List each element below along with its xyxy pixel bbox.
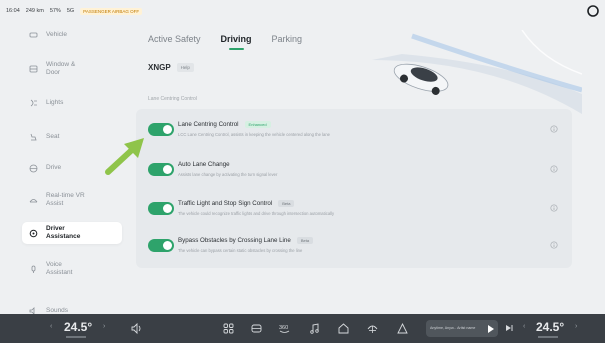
features-panel: Lane Centring Control Enhanced LCC Lane … bbox=[136, 109, 572, 268]
tab-driving[interactable]: Driving bbox=[221, 34, 252, 50]
range: 249 km bbox=[25, 8, 44, 14]
traffic-light-toggle[interactable] bbox=[148, 202, 174, 215]
play-icon[interactable] bbox=[488, 324, 494, 333]
bypass-obstacles-toggle[interactable] bbox=[148, 239, 174, 252]
steering-icon bbox=[28, 163, 38, 173]
home-icon[interactable] bbox=[337, 322, 350, 335]
car-icon[interactable] bbox=[250, 322, 263, 335]
feature-description: The vehicle can bypass certain static ob… bbox=[178, 248, 303, 253]
voice-icon bbox=[28, 264, 38, 274]
toggle-knob bbox=[163, 165, 172, 174]
feature-title: Bypass Obstacles by Crossing Lane Line B… bbox=[178, 237, 314, 244]
media-title: Anytime, Anyw... Artist name bbox=[430, 326, 476, 331]
temp-right[interactable]: 24.5° bbox=[536, 320, 564, 334]
annotation-arrow-icon bbox=[105, 138, 144, 175]
sidebar-item-voice-assistant[interactable]: Voice Assistant bbox=[22, 258, 122, 280]
sidebar-item-vr-assist[interactable]: Real-time VR Assist bbox=[22, 189, 122, 211]
feature-row-lane-centring: Lane Centring Control Enhanced LCC Lane … bbox=[136, 111, 572, 149]
feature-row-bypass-obstacles: Bypass Obstacles by Crossing Lane Line B… bbox=[136, 227, 572, 265]
beta-badge: Beta bbox=[296, 237, 314, 244]
feature-description: The vehicle could recognize traffic ligh… bbox=[178, 211, 335, 216]
signal-indicator: 5G bbox=[66, 8, 75, 14]
sidebar-item-label: Window & Door bbox=[46, 61, 76, 76]
lights-icon bbox=[28, 98, 38, 108]
feature-title: Lane Centring Control Enhanced bbox=[178, 121, 271, 128]
xngp-title: XNGP bbox=[148, 63, 171, 72]
360-icon[interactable]: 360 bbox=[278, 322, 291, 335]
passenger-airbag-badge: PASSENGER AIRBAG OFF bbox=[80, 7, 143, 15]
sidebar-item-label: Voice Assistant bbox=[46, 261, 73, 276]
sidebar-item-label: Driver Assistance bbox=[46, 225, 81, 240]
temp-left-indicator bbox=[66, 336, 86, 338]
seat-icon bbox=[28, 132, 38, 142]
sidebar-item-vehicle[interactable]: Vehicle bbox=[22, 24, 122, 46]
volume-icon[interactable] bbox=[130, 322, 143, 335]
svg-text:360: 360 bbox=[279, 325, 288, 331]
temp-right-decrease-icon[interactable]: ‹ bbox=[523, 323, 525, 330]
skip-next-icon[interactable] bbox=[504, 323, 514, 333]
feature-title-text: Auto Lane Change bbox=[178, 161, 230, 168]
feature-title-text: Traffic Light and Stop Sign Control bbox=[178, 200, 273, 207]
tab-parking[interactable]: Parking bbox=[272, 34, 303, 50]
info-icon[interactable] bbox=[550, 125, 558, 133]
fan-icon[interactable] bbox=[366, 322, 379, 335]
temp-left[interactable]: 24.5° bbox=[64, 320, 92, 334]
apps-icon[interactable] bbox=[222, 322, 235, 335]
temp-right-indicator bbox=[538, 336, 558, 338]
sidebar-item-label: Seat bbox=[46, 133, 60, 140]
sidebar-item-label: Vehicle bbox=[46, 31, 67, 38]
sidebar-item-lights[interactable]: Lights bbox=[22, 92, 122, 114]
navigation-icon[interactable] bbox=[396, 322, 409, 335]
lane-centring-toggle[interactable] bbox=[148, 123, 174, 136]
sidebar-item-label: Drive bbox=[46, 164, 62, 171]
feature-title-text: Lane Centring Control bbox=[178, 121, 239, 128]
car-illustration bbox=[372, 30, 582, 114]
section-label: Lane Centring Control bbox=[148, 96, 197, 102]
feature-title-text: Bypass Obstacles by Crossing Lane Line bbox=[178, 237, 291, 244]
tab-active-safety[interactable]: Active Safety bbox=[148, 34, 201, 50]
temp-left-decrease-icon[interactable]: ‹ bbox=[50, 323, 52, 330]
battery-level: 57% bbox=[49, 8, 61, 14]
window-icon bbox=[28, 64, 38, 74]
assist-icon bbox=[28, 228, 38, 238]
toggle-knob bbox=[163, 204, 172, 213]
sidebar-item-label: Lights bbox=[46, 99, 64, 106]
settings-tabs: Active Safety Driving Parking bbox=[148, 34, 302, 50]
feature-row-auto-lane-change: Auto Lane Change Assists lane change by … bbox=[136, 151, 572, 189]
feature-description: LCC Lane Centring Control, assists in ke… bbox=[178, 132, 331, 137]
media-player[interactable]: Anytime, Anyw... Artist name bbox=[426, 320, 498, 337]
music-icon[interactable] bbox=[308, 322, 321, 335]
bottom-dock: ‹ 24.5° › 360 Anytime, Anyw... Artist na… bbox=[0, 314, 605, 343]
auto-lane-change-toggle[interactable] bbox=[148, 163, 174, 176]
help-button[interactable]: Help bbox=[176, 63, 194, 72]
vr-icon bbox=[28, 195, 38, 205]
enhanced-badge: Enhanced bbox=[244, 121, 271, 128]
sidebar-item-driver-assistance[interactable]: Driver Assistance bbox=[22, 222, 122, 244]
toggle-knob bbox=[163, 125, 172, 134]
info-icon[interactable] bbox=[550, 241, 558, 249]
sidebar-item-label: Real-time VR Assist bbox=[46, 192, 85, 207]
car-icon bbox=[28, 30, 38, 40]
temp-right-increase-icon[interactable]: › bbox=[575, 323, 577, 330]
toggle-knob bbox=[163, 241, 172, 250]
xngp-header: XNGP Help bbox=[148, 63, 194, 72]
profile-icon[interactable] bbox=[587, 5, 599, 17]
info-icon[interactable] bbox=[550, 204, 558, 212]
status-bar: 16:04 249 km 57% 5G PASSENGER AIRBAG OFF bbox=[0, 0, 605, 22]
beta-badge: Beta bbox=[278, 200, 295, 207]
clock: 16:04 bbox=[6, 8, 20, 14]
feature-title: Auto Lane Change bbox=[178, 161, 230, 168]
feature-title: Traffic Light and Stop Sign Control Beta bbox=[178, 200, 295, 207]
info-icon[interactable] bbox=[550, 165, 558, 173]
feature-description: Assists lane change by activating the tu… bbox=[178, 172, 278, 177]
feature-row-traffic-light: Traffic Light and Stop Sign Control Beta… bbox=[136, 190, 572, 228]
sidebar-item-window-door[interactable]: Window & Door bbox=[22, 58, 122, 80]
temp-left-increase-icon[interactable]: › bbox=[103, 323, 105, 330]
